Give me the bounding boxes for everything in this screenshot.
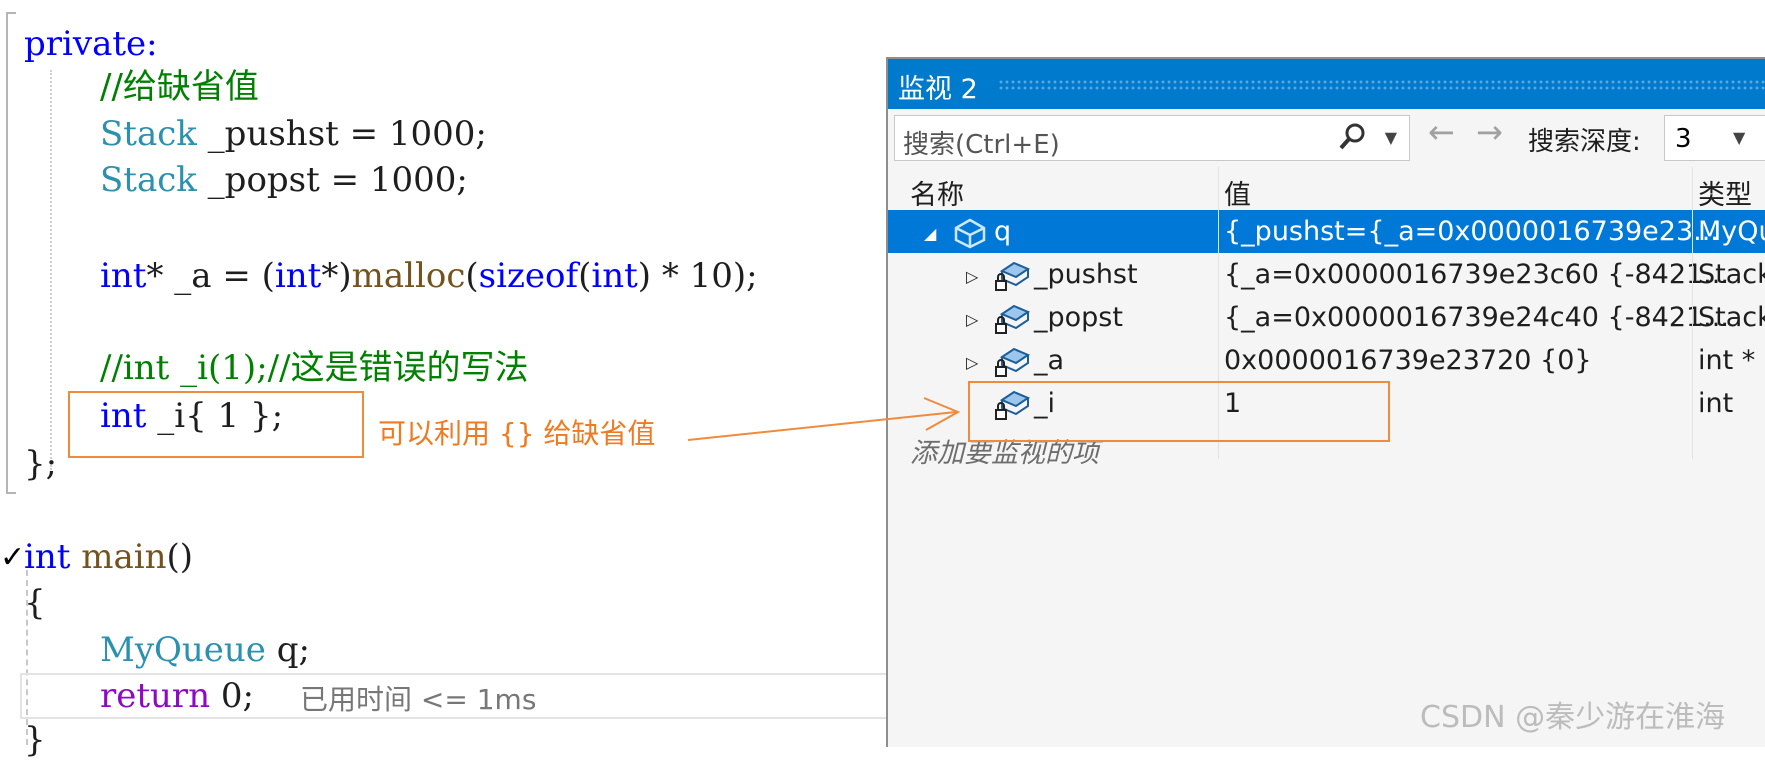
annotation-arrow: [687, 397, 961, 441]
watermark: CSDN @秦少游在淮海: [1420, 700, 1726, 735]
